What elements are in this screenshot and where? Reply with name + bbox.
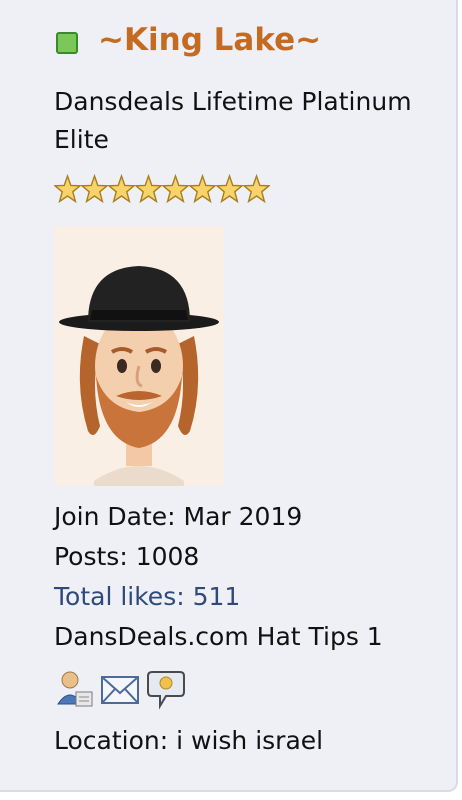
post-count: Posts: 1008 <box>54 542 200 571</box>
star-icon <box>108 173 135 204</box>
avatar[interactable] <box>54 226 224 486</box>
user-info-panel: ~King Lake~ Dansdeals Lifetime Platinum … <box>0 0 458 792</box>
star-icon <box>135 173 162 204</box>
user-location: Location: i wish israel <box>54 726 324 755</box>
join-date: Join Date: Mar 2019 <box>54 502 303 531</box>
star-icon <box>54 173 81 204</box>
rank-stars <box>54 172 270 206</box>
star-icon <box>189 173 216 204</box>
avatar-image <box>54 226 224 486</box>
online-status-icon <box>56 32 78 54</box>
star-icon <box>243 173 270 204</box>
envelope-icon[interactable] <box>100 668 140 710</box>
star-icon <box>162 173 189 204</box>
speech-bubble-icon[interactable] <box>146 668 186 710</box>
hat-tips: DansDeals.com Hat Tips 1 <box>54 622 383 651</box>
user-action-icons <box>54 668 186 710</box>
profile-icon[interactable] <box>54 668 94 710</box>
user-title: Dansdeals Lifetime Platinum Elite <box>54 87 412 154</box>
total-likes-link[interactable]: Total likes: 511 <box>54 582 240 611</box>
username-link[interactable]: ~King Lake~ <box>98 22 321 58</box>
star-icon <box>216 173 243 204</box>
star-icon <box>81 173 108 204</box>
